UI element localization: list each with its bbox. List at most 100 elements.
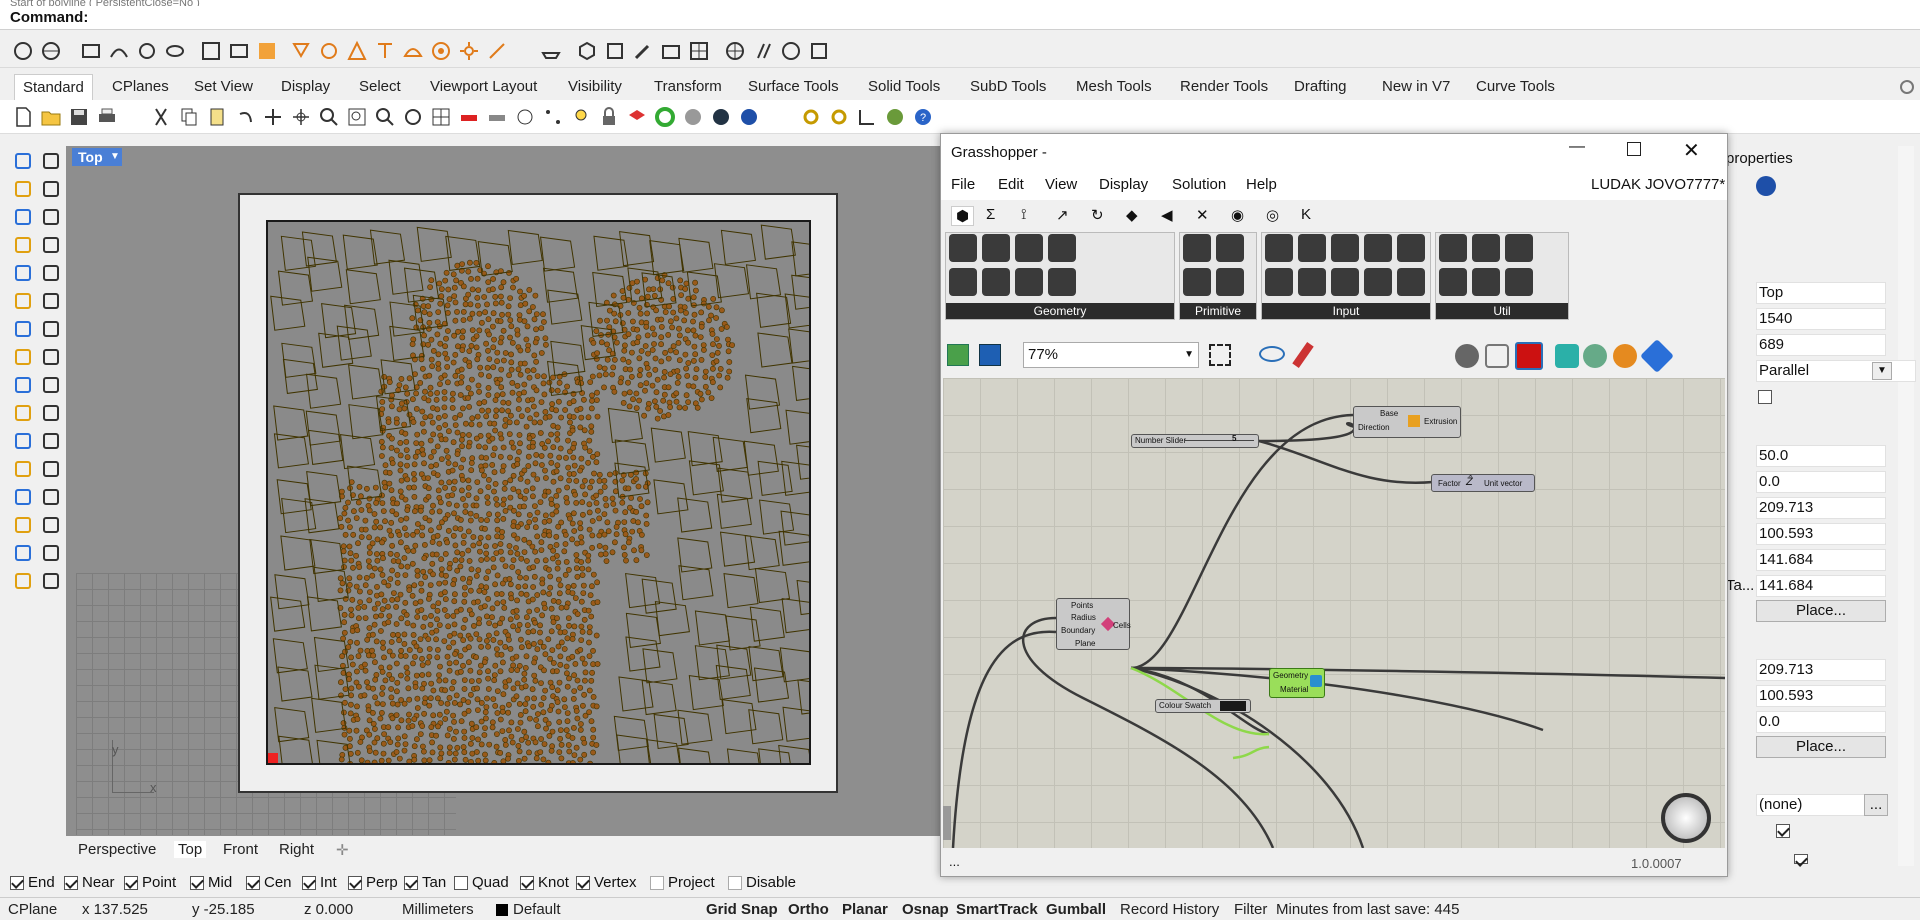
wireframe-preview-icon[interactable]	[1485, 344, 1509, 368]
zoom-chevron-down-icon[interactable]: ▼	[1184, 343, 1194, 367]
mesh-settings-icon[interactable]	[1640, 339, 1674, 373]
zoom-dropdown[interactable]: 77% ▼	[1023, 342, 1199, 368]
osnap-checkbox[interactable]	[520, 875, 534, 890]
osnap-checkbox[interactable]	[728, 875, 742, 890]
point-icon[interactable]	[40, 150, 62, 172]
gh-category-tab-icon[interactable]: ⬢	[951, 206, 975, 226]
boat-tool-icon[interactable]	[540, 40, 562, 62]
tab-visibility[interactable]: Visibility	[560, 74, 630, 100]
tab-standard[interactable]: Standard	[14, 74, 93, 100]
layer-label[interactable]: Default	[513, 901, 561, 918]
colour-swatch-node[interactable]: Colour Swatch	[1155, 699, 1251, 713]
planar-toggle[interactable]: Planar	[842, 901, 888, 918]
sphere-tool-icon[interactable]	[40, 40, 62, 62]
gh-category-tab-icon[interactable]: ◎	[1266, 206, 1279, 224]
shaded-preview-icon[interactable]	[1515, 342, 1543, 370]
open-folder-icon[interactable]	[40, 106, 62, 128]
gh-component-button[interactable]	[1397, 234, 1425, 262]
osnap-cen[interactable]: Cen	[246, 874, 292, 891]
osnap-checkbox[interactable]	[576, 875, 590, 890]
undo-icon[interactable]	[234, 106, 256, 128]
points-icon[interactable]	[542, 106, 564, 128]
paint-tool-icon[interactable]	[632, 40, 654, 62]
select-icon[interactable]	[514, 106, 536, 128]
pan-icon[interactable]	[262, 106, 284, 128]
panel-scrollbar[interactable]	[1898, 146, 1914, 866]
circle-icon[interactable]	[12, 206, 34, 228]
tab-transform[interactable]: Transform	[646, 74, 730, 100]
voronoi-picture[interactable]	[266, 220, 811, 765]
place-camera-button[interactable]: Place...	[1756, 600, 1886, 622]
osnap-point[interactable]: Point	[124, 874, 176, 891]
prop-camera-x[interactable]: 209.713	[1756, 497, 1886, 519]
gh-category-tab-icon[interactable]: K	[1301, 206, 1311, 223]
zoom-selected-icon[interactable]	[374, 106, 396, 128]
cylinder-icon[interactable]	[12, 346, 34, 368]
selected-preview-icon[interactable]	[1555, 344, 1579, 368]
tab-surface-tools[interactable]: Surface Tools	[740, 74, 847, 100]
osnap-end[interactable]: End	[10, 874, 55, 891]
compass-tool-icon[interactable]	[780, 40, 802, 62]
smarttrack-toggle[interactable]: SmartTrack	[956, 901, 1038, 918]
osnap-checkbox[interactable]	[302, 875, 316, 890]
osnap-checkbox[interactable]	[10, 875, 24, 890]
color-wheel-icon[interactable]	[654, 106, 676, 128]
add-viewport-icon[interactable]: ✛	[336, 841, 349, 859]
gh-category-tab-icon[interactable]: ↻	[1091, 206, 1104, 224]
linear-light-icon[interactable]	[374, 40, 396, 62]
command-input[interactable]	[90, 9, 1900, 27]
car-icon[interactable]	[458, 106, 480, 128]
gh-category-tab-icon[interactable]: ✕	[1196, 206, 1209, 224]
gh-component-button[interactable]	[1472, 268, 1500, 296]
gh-component-button[interactable]	[982, 234, 1010, 262]
osnap-checkbox[interactable]	[246, 875, 260, 890]
menu-edit[interactable]: Edit	[998, 176, 1024, 193]
help-icon[interactable]: ?	[912, 106, 934, 128]
gh-component-button[interactable]	[1505, 268, 1533, 296]
arc-icon[interactable]	[12, 262, 34, 284]
gh-component-button[interactable]	[1015, 234, 1043, 262]
prop-target-distance[interactable]: 141.684	[1756, 575, 1886, 597]
paint-icon[interactable]	[40, 570, 62, 592]
osnap-checkbox[interactable]	[190, 875, 204, 890]
tab-curve-tools[interactable]: Curve Tools	[1468, 74, 1563, 100]
prop-camera-z[interactable]: 141.684	[1756, 549, 1886, 571]
canvas-scroll-handle[interactable]	[943, 806, 951, 840]
frame-tool-icon[interactable]	[808, 40, 830, 62]
tab-drafting[interactable]: Drafting	[1286, 74, 1355, 100]
util-group-label[interactable]: Util	[1436, 303, 1568, 319]
grasshopper-titlebar[interactable]: Grasshopper - — ✕	[941, 134, 1727, 170]
mesh-box-icon[interactable]	[12, 570, 34, 592]
sketch-pen-icon[interactable]	[1292, 342, 1314, 368]
gh-category-tab-icon[interactable]: ◀	[1161, 206, 1173, 224]
surface-tool-icon[interactable]	[12, 40, 34, 62]
tab-perspective[interactable]: Perspective	[78, 841, 156, 858]
osnap-checkbox[interactable]	[454, 875, 468, 890]
light-tool-icon[interactable]	[290, 40, 312, 62]
polyline-icon[interactable]	[12, 178, 34, 200]
gh-component-button[interactable]	[949, 234, 977, 262]
offset-icon[interactable]	[40, 290, 62, 312]
cube-tool-icon[interactable]	[604, 40, 626, 62]
prop-checkbox[interactable]	[1758, 390, 1772, 404]
gh-component-button[interactable]	[1048, 268, 1076, 296]
grid-snap-toggle[interactable]: Grid Snap	[706, 901, 778, 918]
material-sphere-icon[interactable]	[682, 106, 704, 128]
osnap-toggle[interactable]: Osnap	[902, 901, 949, 918]
gh-category-tab-icon[interactable]: ◆	[1126, 206, 1138, 224]
custom-preview-node[interactable]: Geometry Material	[1269, 668, 1325, 698]
select-arrow-icon[interactable]	[12, 150, 34, 172]
panel-tool-icon[interactable]	[228, 40, 250, 62]
gumball-toggle[interactable]: Gumball	[1046, 901, 1106, 918]
osnap-int[interactable]: Int	[302, 874, 337, 891]
globe-tool-icon[interactable]	[724, 40, 746, 62]
prop-target-z[interactable]: 0.0	[1756, 711, 1886, 733]
line-icon[interactable]	[40, 178, 62, 200]
tab-select[interactable]: Select	[351, 74, 409, 100]
gumball-icon[interactable]	[12, 374, 34, 396]
gh-component-button[interactable]	[1439, 234, 1467, 262]
slash-tool-icon[interactable]	[752, 40, 774, 62]
input-group-label[interactable]: Input	[1262, 303, 1430, 319]
dome-tool-icon[interactable]	[402, 40, 424, 62]
document-name[interactable]: LUDAK JOVO7777*	[1591, 176, 1725, 193]
